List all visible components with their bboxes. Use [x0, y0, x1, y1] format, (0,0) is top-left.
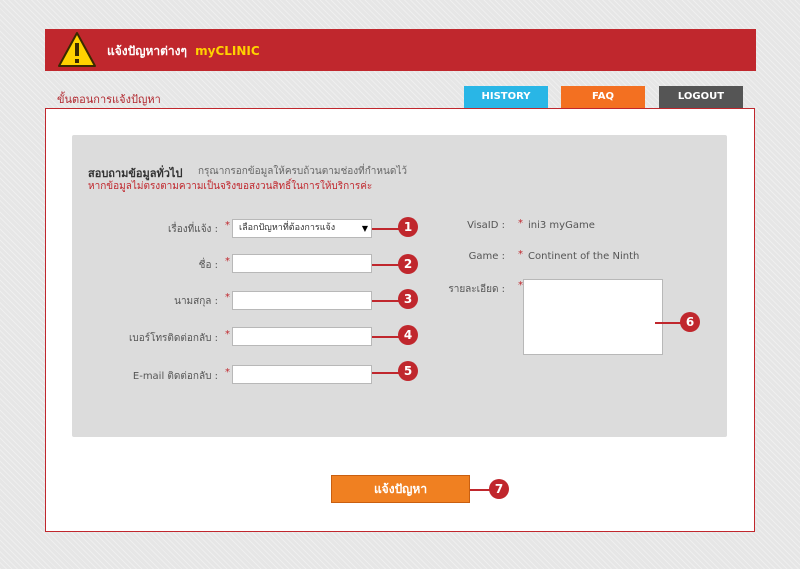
required-mark: * [225, 367, 230, 378]
tab-faq[interactable]: FAQ [561, 86, 645, 108]
intro-subtitle: กรุณากรอกข้อมูลให้ครบถ้วนตามช่องที่กำหนด… [198, 166, 407, 177]
first-name-label: ชื่อ : [198, 260, 218, 271]
phone-label: เบอร์โทรติดต่อกลับ : [128, 333, 218, 344]
game-value: Continent of the Ninth [528, 251, 640, 262]
last-name-input[interactable] [232, 291, 372, 310]
marker-leader-line [655, 322, 683, 324]
required-mark: * [225, 220, 230, 231]
visa-id-label: VisaID : [467, 220, 505, 231]
dropdown-arrow-icon: ▼ [361, 224, 368, 233]
email-label: E-mail ติดต่อกลับ : [132, 371, 218, 382]
visa-id-value: ini3 myGame [528, 220, 595, 231]
marker-1: 1 [398, 217, 418, 237]
marker-2: 2 [398, 254, 418, 274]
tab-history[interactable]: HISTORY [464, 86, 548, 108]
marker-6: 6 [680, 312, 700, 332]
page-title-text: แจ้งปัญหาต่างๆ [107, 44, 187, 58]
email-input[interactable] [232, 365, 372, 384]
warning-triangle-icon [58, 32, 96, 67]
tab-logout[interactable]: LOGOUT [659, 86, 743, 108]
intro-warning: หากข้อมูลไม่ตรงตามความเป็นจริงขอสงวนสิทธ… [88, 181, 373, 192]
marker-5: 5 [398, 361, 418, 381]
required-mark: * [518, 249, 523, 260]
required-mark: * [225, 329, 230, 340]
first-name-input[interactable] [232, 254, 372, 273]
brand-name: myCLINIC [195, 44, 260, 58]
details-textarea[interactable] [523, 279, 663, 355]
page-banner: แจ้งปัญหาต่างๆ myCLINIC [45, 29, 756, 71]
marker-3: 3 [398, 289, 418, 309]
phone-input[interactable] [232, 327, 372, 346]
required-mark: * [518, 218, 523, 229]
marker-7: 7 [489, 479, 509, 499]
required-mark: * [225, 292, 230, 303]
required-mark: * [225, 256, 230, 267]
topic-label: เรื่องที่แจ้ง : [167, 224, 218, 235]
topic-select-value: เลือกปัญหาที่ต้องการแจ้ง [239, 223, 336, 233]
breadcrumb: ขั้นตอนการแจ้งปัญหา [57, 93, 161, 106]
marker-4: 4 [398, 325, 418, 345]
details-label: รายละเอียด : [448, 284, 505, 295]
page-title: แจ้งปัญหาต่างๆ myCLINIC [107, 42, 260, 61]
topic-select[interactable]: เลือกปัญหาที่ต้องการแจ้ง ▼ [232, 219, 372, 238]
last-name-label: นามสกุล : [174, 296, 218, 307]
submit-report-button[interactable]: แจ้งปัญหา [331, 475, 470, 503]
game-label: Game : [468, 251, 505, 262]
